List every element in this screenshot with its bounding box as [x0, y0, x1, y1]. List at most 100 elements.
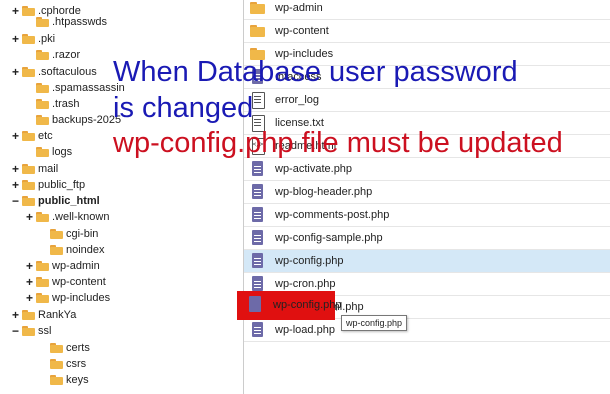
file-row[interactable]: wp-admin: [244, 0, 610, 20]
tree-item-label: .well-known: [52, 211, 110, 223]
folder-icon: [36, 277, 49, 287]
php-file-icon: [249, 296, 261, 312]
folder-icon: [36, 147, 49, 157]
folder-icon: [36, 261, 49, 271]
tree-item-label: public_html: [38, 195, 100, 207]
tree-item[interactable]: .spamassassin: [36, 80, 125, 96]
tree-item-label: .pki: [38, 33, 56, 45]
tree-item-label: .softaculous: [38, 66, 97, 78]
expand-icon[interactable]: +: [25, 258, 34, 274]
tree-item-label: keys: [66, 374, 89, 386]
folder-icon: [22, 180, 35, 190]
folder-icon: [50, 343, 63, 353]
collapse-icon[interactable]: −: [11, 193, 20, 209]
expand-icon[interactable]: +: [11, 128, 20, 144]
tree-item-label: logs: [52, 146, 73, 158]
tree-item[interactable]: + wp-includes: [25, 290, 110, 306]
file-row[interactable]: wp-load.php: [244, 319, 610, 342]
tree-item-label: etc: [38, 130, 53, 142]
tree-item[interactable]: + public_ftp: [11, 177, 85, 193]
folder-file-icon: [249, 22, 267, 40]
tree-item-label: RankYa: [38, 309, 77, 321]
folder-icon: [22, 196, 35, 206]
tree-item-label: wp-admin: [52, 260, 100, 272]
tree-item-label: public_ftp: [38, 179, 86, 191]
php-file-icon: [249, 321, 267, 339]
tree-item[interactable]: .htpasswds: [36, 14, 107, 30]
expand-icon[interactable]: +: [11, 177, 20, 193]
folder-icon: [22, 6, 35, 16]
tree-item[interactable]: − public_html: [11, 193, 100, 209]
tree-item[interactable]: certs: [50, 340, 90, 356]
folder-icon: [50, 359, 63, 369]
expand-icon[interactable]: +: [25, 290, 34, 306]
caption-line-3: wp-config.php file must be updated: [113, 127, 563, 159]
folder-icon: [36, 50, 49, 60]
tree-item[interactable]: noindex: [50, 242, 105, 258]
tree-item[interactable]: + etc: [11, 128, 53, 144]
file-row[interactable]: wp-activate.php: [244, 158, 610, 181]
expand-icon[interactable]: +: [11, 161, 20, 177]
collapse-icon[interactable]: −: [11, 323, 20, 339]
file-row[interactable]: wp-blog-header.php: [244, 181, 610, 204]
folder-icon: [36, 83, 49, 93]
tree-item[interactable]: + mail: [11, 161, 58, 177]
file-name: wp-comments-post.php: [275, 209, 390, 221]
tree-item[interactable]: keys: [50, 372, 89, 388]
tree-item[interactable]: logs: [36, 144, 72, 160]
expand-icon[interactable]: +: [25, 209, 34, 225]
folder-file-icon: [249, 0, 267, 17]
tree-item-label: csrs: [66, 358, 87, 370]
file-row[interactable]: wp-comments-post.php: [244, 204, 610, 227]
tree-item[interactable]: + .softaculous: [11, 64, 97, 80]
file-row[interactable]: error_log: [244, 89, 610, 112]
folder-icon: [36, 293, 49, 303]
folder-icon: [22, 34, 35, 44]
expand-icon[interactable]: +: [25, 274, 34, 290]
file-name: wp-content: [275, 25, 329, 37]
expand-icon[interactable]: +: [11, 307, 20, 323]
tree-item[interactable]: + wp-content: [25, 274, 106, 290]
highlighted-file-name[interactable]: wp-config.php: [273, 299, 342, 311]
file-name: wp-config-sample.php: [275, 232, 383, 244]
file-row[interactable]: wp-config-sample.php: [244, 227, 610, 250]
tree-item-label: mail: [38, 163, 59, 175]
tree-item[interactable]: + .well-known: [25, 209, 109, 225]
folder-icon: [50, 229, 63, 239]
folder-icon: [22, 326, 35, 336]
tree-item[interactable]: − ssl: [11, 323, 51, 339]
php-file-icon: [249, 206, 267, 224]
php-file-icon: [249, 229, 267, 247]
folder-icon: [22, 67, 35, 77]
file-row[interactable]: wp-config.php: [244, 250, 610, 273]
tree-item-label: backups-2025: [52, 114, 122, 126]
folder-icon: [22, 164, 35, 174]
tree-item[interactable]: csrs: [50, 356, 86, 372]
file-name: wp-cron.php: [275, 278, 336, 290]
tree-item[interactable]: + RankYa: [11, 307, 76, 323]
tree-item-label: .razor: [52, 49, 81, 61]
folder-icon: [50, 245, 63, 255]
file-name: wp-activate.php: [275, 163, 353, 175]
tree-item[interactable]: + .pki: [11, 31, 55, 47]
tree-item[interactable]: cgi-bin: [50, 226, 98, 242]
tree-item[interactable]: .trash: [36, 96, 80, 112]
tree-item[interactable]: backups-2025: [36, 112, 121, 128]
tree-item-label: wp-includes: [52, 292, 111, 304]
file-name: wp-config.php: [275, 255, 344, 267]
tree-item-label: cgi-bin: [66, 228, 99, 240]
php-file-icon: [249, 160, 267, 178]
tree-item[interactable]: .razor: [36, 47, 80, 63]
file-row[interactable]: wp-content: [244, 20, 610, 43]
tree-item-label: wp-content: [52, 276, 106, 288]
folder-icon: [22, 131, 35, 141]
tree-item-label: ssl: [38, 325, 52, 337]
tree-item[interactable]: + wp-admin: [25, 258, 100, 274]
expand-icon[interactable]: +: [11, 3, 20, 19]
tree-item-label: .htpasswds: [52, 16, 108, 28]
folder-icon: [36, 115, 49, 125]
expand-icon[interactable]: +: [11, 64, 20, 80]
expand-icon[interactable]: +: [11, 31, 20, 47]
folder-icon: [50, 375, 63, 385]
file-tooltip: wp-config.php: [341, 315, 408, 331]
